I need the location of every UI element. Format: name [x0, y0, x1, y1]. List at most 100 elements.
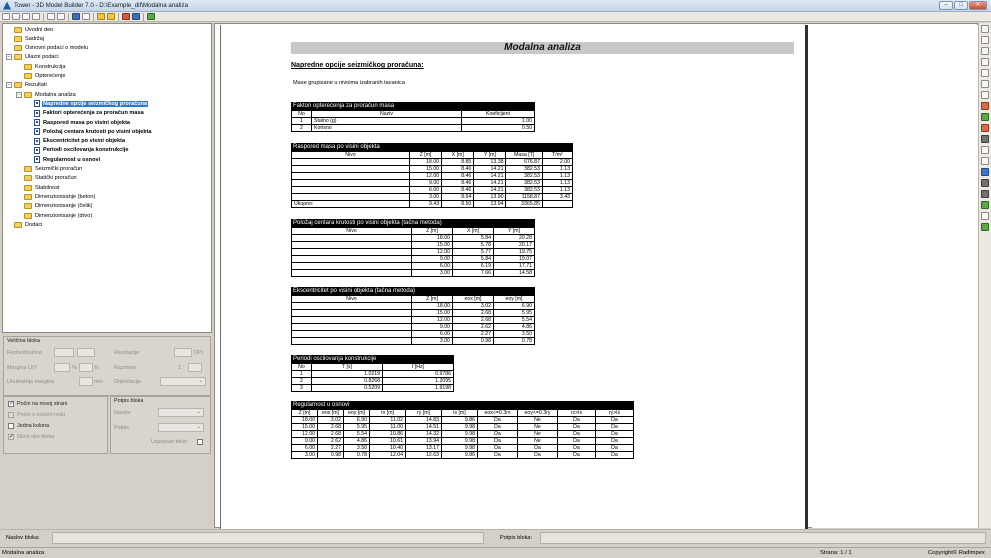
page-view-icon[interactable]: [981, 146, 989, 154]
table-body: Nivo Z [m] eox [m] eoy [m] 18.00 3.02 6.90 15.0…: [291, 295, 535, 345]
block-caption-input[interactable]: [540, 532, 986, 544]
tree-item[interactable]: Konstrukcija: [16, 62, 66, 71]
page-fit-icon[interactable]: [981, 36, 989, 44]
orientation-select[interactable]: ⌄: [160, 377, 206, 386]
page-layout-icon[interactable]: [981, 25, 989, 33]
rows-icon[interactable]: [57, 13, 65, 20]
inner-margin-input[interactable]: [79, 377, 93, 386]
tree-item[interactable]: Uvodni deo: [6, 25, 54, 34]
folder-icon: [24, 166, 32, 172]
table-cell: 9.98: [441, 423, 478, 431]
tree-item[interactable]: − Rezultati: [6, 81, 48, 90]
tree-item[interactable]: Osnovni podaci o modelu: [6, 44, 89, 53]
dpi-label: DPI: [194, 350, 203, 356]
tree-item[interactable]: Seizmički proračun: [16, 165, 83, 174]
report-tree[interactable]: Uvodni deo Sadržaj Osnovni podaci o modelu…: [2, 23, 212, 333]
mm-label: mm: [94, 379, 103, 385]
redo-icon[interactable]: [981, 91, 989, 99]
minimize-button[interactable]: –: [939, 1, 953, 10]
move-down-icon[interactable]: [107, 13, 115, 20]
table-cell: 8.46: [441, 179, 475, 187]
save-icon[interactable]: [132, 13, 140, 20]
table-cell: [291, 323, 412, 331]
folder-icon: [24, 203, 32, 210]
margin-y-input[interactable]: [79, 363, 93, 372]
print-setup-icon[interactable]: [981, 190, 989, 198]
collapse-toggle-icon[interactable]: −: [16, 91, 22, 98]
zoom-in-icon[interactable]: [981, 102, 989, 110]
page-width-icon[interactable]: [981, 47, 989, 55]
caption-signature-select[interactable]: ⌄: [158, 423, 204, 432]
table-cell: 0.8268: [311, 377, 383, 385]
tree-item[interactable]: Faktori opterećenja za proračun masa: [26, 109, 145, 118]
scale-icon[interactable]: [981, 212, 989, 220]
table-cell: 3365.85: [505, 200, 543, 208]
tree-item[interactable]: Sadržaj: [6, 34, 45, 43]
single-column-checkbox[interactable]: [8, 423, 14, 429]
resolution-input[interactable]: [174, 348, 192, 357]
tree-item[interactable]: − Modalna analiza: [16, 90, 77, 99]
tree-item[interactable]: Dimenzionisanje (čelik): [16, 202, 94, 211]
table-cell: 8.46: [441, 172, 475, 180]
table-row: 1 1.0219 0.9786: [291, 370, 454, 378]
tree-item[interactable]: Napredne opcije seizmičkog proračuna: [26, 99, 149, 108]
pan-hand-icon[interactable]: [981, 135, 989, 143]
move-up-icon[interactable]: [97, 13, 105, 20]
page-scroll-icon[interactable]: [981, 157, 989, 165]
rows-input[interactable]: [54, 348, 74, 357]
block-frame-checkbox[interactable]: [8, 433, 14, 440]
columns-input[interactable]: [77, 348, 95, 357]
dropdown-tool-icon[interactable]: [147, 13, 155, 20]
collapse-toggle-icon[interactable]: −: [6, 54, 12, 61]
maximize-button[interactable]: □: [954, 1, 968, 10]
refresh-icon[interactable]: [981, 223, 989, 231]
new-row-checkbox[interactable]: [8, 412, 14, 418]
folder-icon: [24, 91, 32, 98]
zoom-out-icon[interactable]: [981, 113, 989, 121]
table-cell: 6.00: [408, 186, 443, 194]
tree-item[interactable]: Položaj centara krutosti po visini objek…: [26, 127, 152, 136]
columns-icon[interactable]: [47, 13, 55, 20]
print-icon[interactable]: [981, 179, 989, 187]
new-icon[interactable]: [2, 13, 10, 20]
collapse-toggle-icon[interactable]: −: [6, 82, 12, 89]
table-icon[interactable]: [82, 13, 90, 20]
open-icon[interactable]: [12, 13, 20, 20]
tree-item[interactable]: Statički proračun: [16, 174, 78, 183]
zoom-window-icon[interactable]: [981, 124, 989, 132]
report-preview-area[interactable]: Modalna analiza Napredne opcije seizmičk…: [214, 23, 978, 529]
mass-distribution-table: Raspored masa po visini objekta Nivo Z [m…: [291, 143, 574, 208]
tree-item[interactable]: Dimenzionisanje (drvo): [16, 211, 93, 220]
folder-icon: [14, 54, 22, 61]
tree-item[interactable]: Periodi oscilovanja konstrukcije: [26, 146, 130, 155]
tree-item[interactable]: Regularnost u osnovi: [26, 155, 101, 164]
export-icon[interactable]: [981, 168, 989, 176]
new-page-checkbox[interactable]: [8, 400, 14, 407]
upright-text-checkbox[interactable]: [197, 439, 203, 445]
document-icon: [34, 109, 40, 117]
margin-u-input[interactable]: [54, 363, 70, 372]
tree-item-label: Opterećenje: [35, 73, 66, 79]
tree-item[interactable]: Dimenzionisanje (beton): [16, 192, 96, 201]
toolbar-separator: [43, 12, 44, 21]
undo-icon[interactable]: [981, 80, 989, 88]
tree-item[interactable]: Ekscentricitet po visini objekta: [26, 137, 126, 146]
image-icon[interactable]: [72, 13, 80, 20]
tree-item[interactable]: Raspored masa po visini objekta: [26, 118, 131, 127]
tree-item[interactable]: Stabilnost: [16, 183, 61, 192]
table-row: 3.00 0.98 0.78 12.04 12.63 9.86 Da Da Da Da: [291, 451, 634, 459]
block-title-input[interactable]: [52, 532, 484, 544]
settings-icon[interactable]: [122, 13, 130, 20]
close-button[interactable]: ✕: [969, 1, 987, 10]
table-cell: 14.83: [405, 416, 442, 424]
delete-icon[interactable]: [981, 69, 989, 77]
tree-item[interactable]: Dodaci: [6, 220, 43, 229]
chart-icon[interactable]: [981, 201, 989, 209]
check-icon[interactable]: [32, 13, 40, 20]
scale-input[interactable]: [188, 363, 202, 372]
page-icon[interactable]: [981, 58, 989, 66]
tree-item[interactable]: Opterećenje: [16, 72, 66, 81]
tree-item[interactable]: − Ulazni podaci: [6, 53, 60, 62]
caption-title-select[interactable]: ⌄: [158, 408, 204, 417]
checkbox-icon[interactable]: [22, 13, 30, 20]
